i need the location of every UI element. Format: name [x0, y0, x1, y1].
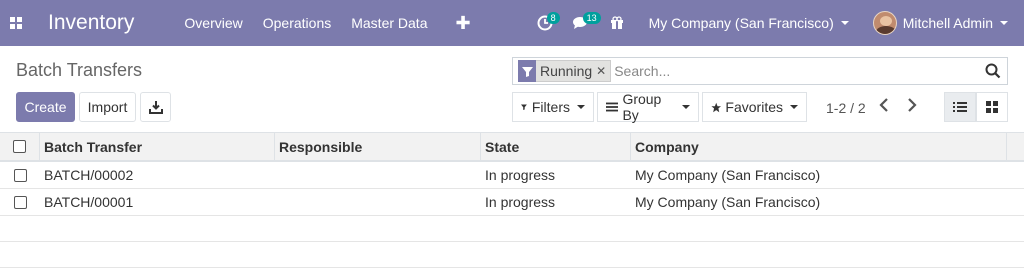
cell-responsible[interactable] [275, 162, 481, 188]
menu-overview[interactable]: Overview [184, 15, 242, 31]
user-menu[interactable]: Mitchell Admin [872, 11, 1008, 35]
create-button[interactable]: Create [16, 92, 75, 122]
table-row[interactable]: BATCH/00002 In progress My Company (San … [0, 162, 1024, 189]
close-icon[interactable]: ✕ [596, 64, 610, 78]
cell-responsible[interactable] [275, 189, 481, 215]
activity-count-badge: 8 [546, 12, 560, 24]
select-all-checkbox[interactable] [13, 140, 26, 153]
company-switcher[interactable]: My Company (San Francisco) [649, 15, 849, 31]
download-icon [148, 101, 163, 114]
row-checkbox[interactable] [13, 195, 27, 209]
cell-state[interactable]: In progress [481, 189, 631, 215]
column-header-company[interactable]: Company [631, 133, 1007, 160]
column-header-filler [1007, 133, 1024, 160]
import-button[interactable]: Import [79, 92, 136, 122]
page-title: Batch Transfers [16, 60, 143, 80]
filter-icon [521, 104, 527, 110]
empty-row [0, 216, 1024, 242]
chevron-right-icon[interactable] [907, 98, 917, 117]
messages-icon[interactable]: 13 [563, 0, 601, 46]
search-icon[interactable] [985, 63, 1001, 79]
menu-master-data[interactable]: Master Data [351, 15, 427, 31]
top-navbar: Inventory Overview Operations Master Dat… [0, 0, 1024, 46]
chevron-down-icon [790, 105, 798, 109]
filters-label: Filters [531, 99, 570, 115]
star-icon [711, 102, 721, 112]
group-by-dropdown[interactable]: Group By [597, 91, 699, 123]
search-bar[interactable]: Running ✕ [512, 57, 1008, 85]
cell-company[interactable]: My Company (San Francisco) [631, 162, 1007, 188]
table-row[interactable]: BATCH/00001 In progress My Company (San … [0, 189, 1024, 216]
select-all-checkbox-cell[interactable] [0, 133, 40, 160]
chevron-down-icon [1000, 21, 1008, 25]
row-checkbox[interactable] [13, 168, 27, 182]
row-checkbox-cell[interactable] [0, 189, 40, 215]
filters-dropdown[interactable]: Filters [512, 92, 594, 122]
cell-state[interactable]: In progress [481, 162, 631, 188]
search-input[interactable] [614, 60, 975, 82]
kanban-view-button[interactable] [976, 92, 1008, 122]
company-name: My Company (San Francisco) [648, 15, 834, 31]
batch-transfers-table: Batch Transfer Responsible State Company… [0, 132, 1024, 268]
search-facet[interactable]: Running ✕ [518, 60, 612, 82]
chevron-down-icon [840, 21, 849, 25]
activity-icon[interactable]: 8 [527, 0, 563, 46]
app-name[interactable]: Inventory [48, 11, 134, 35]
column-header-state[interactable]: State [481, 133, 631, 160]
bars-icon [606, 102, 619, 112]
favorites-label: Favorites [725, 99, 783, 115]
cell-company[interactable]: My Company (San Francisco) [631, 189, 1007, 215]
list-view-button[interactable] [944, 92, 976, 122]
chevron-down-icon [682, 105, 690, 109]
export-button[interactable] [140, 92, 171, 122]
list-icon [953, 102, 967, 112]
cell-batch-name[interactable]: BATCH/00001 [40, 189, 275, 215]
filter-icon [518, 60, 536, 82]
table-header: Batch Transfer Responsible State Company [0, 132, 1024, 162]
chevron-left-icon[interactable] [879, 98, 889, 117]
pager-value[interactable]: 1-2 / 2 [826, 100, 866, 116]
favorites-dropdown[interactable]: Favorites [702, 92, 807, 122]
row-checkbox-cell[interactable] [0, 162, 40, 188]
column-header-batch-transfer[interactable]: Batch Transfer [40, 133, 275, 160]
kanban-icon [986, 101, 998, 113]
group-by-label: Group By [622, 91, 662, 123]
cell-batch-name[interactable]: BATCH/00002 [40, 162, 275, 188]
plus-icon[interactable]: ✚ [455, 13, 470, 34]
avatar [872, 11, 897, 35]
facet-label: Running [540, 63, 593, 79]
user-name: Mitchell Admin [902, 15, 993, 31]
empty-row [0, 242, 1024, 268]
gift-icon[interactable] [599, 0, 635, 46]
chevron-down-icon [577, 105, 585, 109]
column-header-responsible[interactable]: Responsible [275, 133, 481, 160]
menu-operations[interactable]: Operations [263, 15, 331, 31]
apps-menu-icon[interactable] [0, 0, 32, 46]
gift-shape-icon [610, 16, 623, 29]
